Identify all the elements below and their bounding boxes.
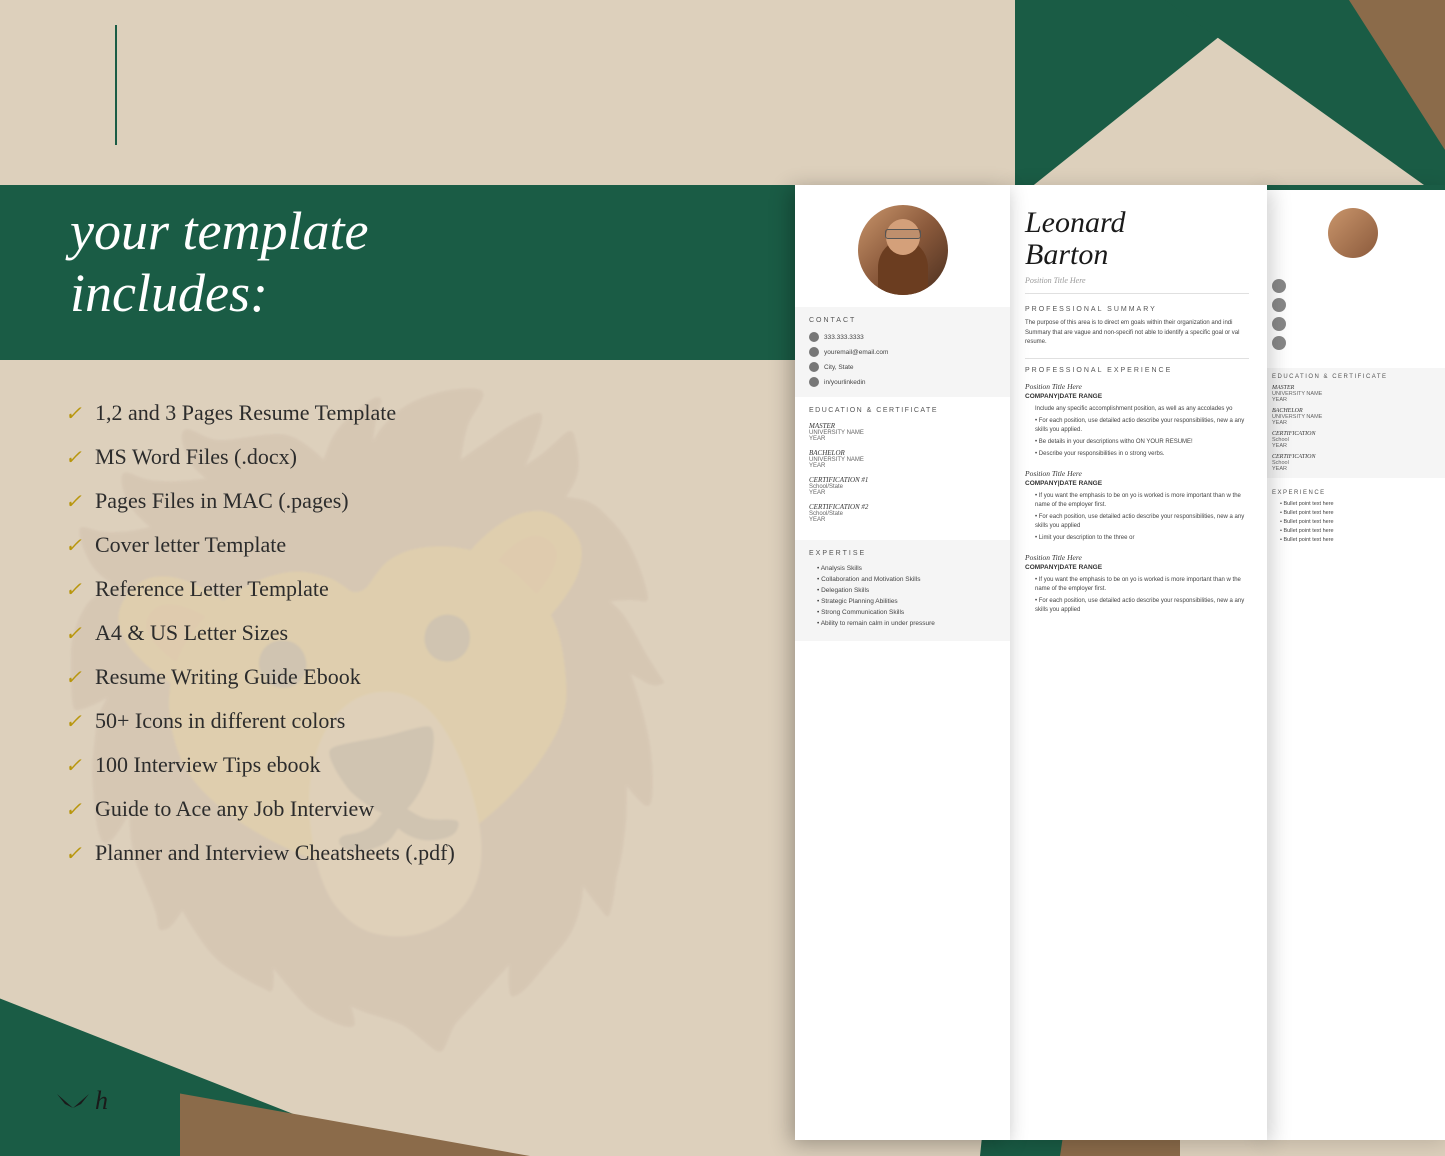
list-item: ✓ Reference Letter Template bbox=[65, 576, 455, 602]
bullet-1: Include any specific accomplishment posi… bbox=[1025, 405, 1249, 414]
check-icon: ✓ bbox=[65, 445, 83, 470]
degree-bachelor: BACHELOR UNIVERSITY NAME YEAR bbox=[809, 449, 996, 469]
check-icon: ✓ bbox=[65, 621, 83, 646]
bullet-3: • Be details in your descriptions witho … bbox=[1025, 438, 1249, 447]
skill-4: • Strategic Planning Abilities bbox=[809, 598, 996, 605]
job-3: Position Title Here COMPANY|DATE RANGE •… bbox=[1025, 553, 1249, 615]
checklist-container: ✓ 1,2 and 3 Pages Resume Template ✓ MS W… bbox=[65, 400, 455, 884]
phone-item: 333.333.3333 bbox=[809, 332, 996, 342]
check-icon: ✓ bbox=[65, 489, 83, 514]
exp-title: PROFESSIONAL EXPERIENCE bbox=[1025, 367, 1249, 374]
p3-icons bbox=[1260, 271, 1445, 368]
email-text: youremail@email.com bbox=[824, 349, 888, 356]
list-item: ✓ Pages Files in MAC (.pages) bbox=[65, 488, 455, 514]
linkedin-item: in/yourlinkedin bbox=[809, 377, 996, 387]
check-icon: ✓ bbox=[65, 797, 83, 822]
bullet-4: • Describe your responsibilities in o st… bbox=[1025, 450, 1249, 459]
skill-6: • Ability to remain calm in under pressu… bbox=[809, 620, 996, 627]
list-item: ✓ Resume Writing Guide Ebook bbox=[65, 664, 455, 690]
expertise-title: EXPERTISE bbox=[809, 550, 996, 557]
logo-wings-icon bbox=[55, 1086, 91, 1116]
location-text: City, State bbox=[824, 364, 854, 371]
list-item-text: Planner and Interview Cheatsheets (.pdf) bbox=[95, 840, 455, 866]
list-item-text: Guide to Ace any Job Interview bbox=[95, 796, 374, 822]
template-title-container: your template includes: bbox=[70, 200, 368, 324]
email-item: youremail@email.com bbox=[809, 347, 996, 357]
list-item-text: Resume Writing Guide Ebook bbox=[95, 664, 361, 690]
experience-section: PROFESSIONAL EXPERIENCE Position Title H… bbox=[1007, 367, 1267, 615]
cert1: CERTIFICATION #1 School/State YEAR bbox=[809, 476, 996, 496]
expertise-section: EXPERTISE • Analysis Skills • Collaborat… bbox=[795, 540, 1010, 641]
phone-text: 333.333.3333 bbox=[824, 334, 864, 341]
check-icon: ✓ bbox=[65, 665, 83, 690]
skill-5: • Strong Communication Skills bbox=[809, 609, 996, 616]
list-item: ✓ Cover letter Template bbox=[65, 532, 455, 558]
list-item-text: 1,2 and 3 Pages Resume Template bbox=[95, 400, 396, 426]
resume-name: Leonard Barton Position Title Here bbox=[1007, 185, 1267, 306]
list-item: ✓ Guide to Ace any Job Interview bbox=[65, 796, 455, 822]
p3-exp: EXPERIENCE • Bullet point text here • Bu… bbox=[1260, 484, 1445, 552]
list-item: ✓ A4 & US Letter Sizes bbox=[65, 620, 455, 646]
p3-edu: EDUCATION & CERTIFICATE MASTER UNIVERSIT… bbox=[1260, 368, 1445, 478]
list-item-text: Pages Files in MAC (.pages) bbox=[95, 488, 349, 514]
degree-master: MASTER UNIVERSITY NAME YEAR bbox=[809, 422, 996, 442]
list-item: ✓ Planner and Interview Cheatsheets (.pd… bbox=[65, 840, 455, 866]
list-item: ✓ 1,2 and 3 Pages Resume Template bbox=[65, 400, 455, 426]
list-item-text: Reference Letter Template bbox=[95, 576, 329, 602]
check-icon: ✓ bbox=[65, 533, 83, 558]
logo-letter: h bbox=[95, 1086, 108, 1116]
bullet-1: • If you want the emphasis to be on yo i… bbox=[1025, 492, 1249, 510]
template-title-line2: includes: bbox=[70, 262, 368, 324]
linkedin-text: in/yourlinkedin bbox=[824, 379, 866, 386]
check-icon: ✓ bbox=[65, 841, 83, 866]
resume-page-3: EDUCATION & CERTIFICATE MASTER UNIVERSIT… bbox=[1260, 185, 1445, 1140]
skill-3: • Delegation Skills bbox=[809, 587, 996, 594]
location-item: City, State bbox=[809, 362, 996, 372]
skill-2: • Collaboration and Motivation Skills bbox=[809, 576, 996, 583]
list-item: ✓ 50+ Icons in different colors bbox=[65, 708, 455, 734]
education-section: EDUCATION & CERTIFICATE MASTER UNIVERSIT… bbox=[795, 397, 1010, 540]
list-item: ✓ MS Word Files (.docx) bbox=[65, 444, 455, 470]
list-item-text: 50+ Icons in different colors bbox=[95, 708, 345, 734]
education-title: EDUCATION & CERTIFICATE bbox=[809, 407, 996, 414]
bullet-2: • For each position, use detailed actio … bbox=[1025, 417, 1249, 435]
skill-1: • Analysis Skills bbox=[809, 565, 996, 572]
check-icon: ✓ bbox=[65, 401, 83, 426]
contact-title: CONTACT bbox=[809, 317, 996, 324]
list-item: ✓ 100 Interview Tips ebook bbox=[65, 752, 455, 778]
bullet-1: • If you want the emphasis to be on yo i… bbox=[1025, 576, 1249, 594]
job-2: Position Title Here COMPANY|DATE RANGE •… bbox=[1025, 469, 1249, 543]
border-line-left bbox=[115, 25, 117, 145]
summary-text: The purpose of this area is to direct em… bbox=[1025, 319, 1249, 348]
list-item-text: Cover letter Template bbox=[95, 532, 286, 558]
list-item-text: A4 & US Letter Sizes bbox=[95, 620, 288, 646]
check-icon: ✓ bbox=[65, 577, 83, 602]
job-1: Position Title Here COMPANY|DATE RANGE I… bbox=[1025, 382, 1249, 459]
cert2: CERTIFICATION #2 School/State YEAR bbox=[809, 503, 996, 523]
summary-title: PROFESSIONAL SUMMARY bbox=[1025, 306, 1249, 313]
resume-photo bbox=[858, 205, 948, 295]
bullet-2: • For each position, use detailed actio … bbox=[1025, 513, 1249, 531]
list-item-text: 100 Interview Tips ebook bbox=[95, 752, 321, 778]
professional-summary-section: PROFESSIONAL SUMMARY The purpose of this… bbox=[1007, 306, 1267, 358]
list-item-text: MS Word Files (.docx) bbox=[95, 444, 297, 470]
bullet-2: • For each position, use detailed actio … bbox=[1025, 597, 1249, 615]
resume-page-2: Leonard Barton Position Title Here PROFE… bbox=[1007, 185, 1267, 1140]
logo: h bbox=[55, 1086, 108, 1116]
check-icon: ✓ bbox=[65, 709, 83, 734]
template-title-line1: your template bbox=[70, 200, 368, 262]
contact-section: CONTACT 333.333.3333 youremail@email.com… bbox=[795, 307, 1010, 397]
resume-page-1: CONTACT 333.333.3333 youremail@email.com… bbox=[795, 185, 1010, 1140]
check-icon: ✓ bbox=[65, 753, 83, 778]
bullet-3: • Limit your description to the three or bbox=[1025, 534, 1249, 543]
